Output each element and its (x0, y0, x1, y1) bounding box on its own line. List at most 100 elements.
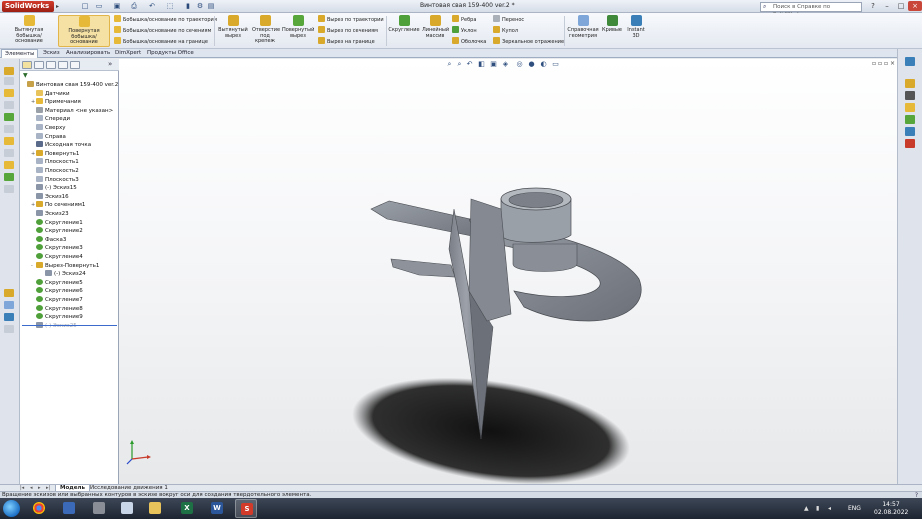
layer-tool-icon[interactable] (4, 289, 14, 297)
view-palette-icon[interactable] (905, 103, 915, 112)
tree-item[interactable]: Скругление2 (31, 227, 83, 236)
mirror-entities-icon[interactable] (4, 173, 14, 181)
tree-item[interactable]: Плоскость1 (31, 158, 79, 167)
viewport-window-controls[interactable]: ▫ ▫ ▫ × (872, 60, 895, 67)
scene-icon[interactable]: ◐ (539, 60, 548, 69)
instant3d-button[interactable]: Instant 3D (626, 15, 646, 39)
boundary-cut-button[interactable]: Вырез на границе (318, 37, 375, 45)
dimxpert-manager-tab-icon[interactable] (58, 61, 68, 69)
tree-item[interactable]: + По сечениям1 (31, 201, 85, 210)
new-document-icon[interactable]: □ (80, 2, 90, 11)
draft-button[interactable]: Уклон (452, 26, 477, 34)
measure-tool-icon[interactable] (4, 325, 14, 333)
notepad-app-icon[interactable] (116, 499, 138, 518)
tree-item[interactable]: Справа (31, 132, 66, 142)
appearance-icon[interactable]: ● (527, 60, 536, 69)
tree-item[interactable]: (-) Эскиз15 (31, 184, 77, 193)
save-icon[interactable]: ▣ (112, 2, 122, 11)
tree-item[interactable]: + Повернуть1 (31, 149, 79, 159)
tree-item[interactable]: Эскиз23 (31, 210, 69, 219)
extruded-boss-button[interactable]: Вытянутая бобышка/основание (4, 15, 54, 45)
section-view-icon[interactable] (4, 301, 14, 309)
mirror-button[interactable]: Зеркальное отражение (493, 37, 564, 45)
boundary-boss-button[interactable]: Бобышка/основание на границе (114, 37, 208, 45)
tree-item[interactable]: Скругление8 (31, 304, 83, 314)
tab-dimxpert[interactable]: DimXpert (112, 49, 144, 58)
tree-item[interactable]: + Примечания (31, 98, 81, 107)
tree-item[interactable]: Эскиз16 (31, 192, 69, 202)
start-button[interactable] (3, 500, 20, 517)
tree-item[interactable]: Спереди (31, 115, 70, 124)
rebuild-icon[interactable]: ▮ (183, 2, 193, 11)
sketch-tool-icon[interactable] (4, 67, 14, 75)
tree-item[interactable]: Датчики (31, 89, 70, 99)
display-manager-tab-icon[interactable] (70, 61, 80, 69)
toolbox-icon[interactable] (905, 139, 915, 148)
line-tool-icon[interactable] (4, 89, 14, 97)
clock-date[interactable]: 02.08.2022 (874, 509, 908, 516)
folder-app-icon[interactable] (144, 499, 166, 518)
extruded-cut-button[interactable]: Вытянутый вырез (218, 15, 248, 39)
zoom-area-icon[interactable]: ⌕ (455, 60, 464, 69)
arc-tool-icon[interactable] (4, 125, 14, 133)
clock-time[interactable]: 14:57 (874, 501, 908, 508)
linear-pattern-button[interactable]: Линейный массив (422, 15, 449, 39)
hide-show-items-icon[interactable]: ◎ (515, 60, 524, 69)
feature-tree-tab-icon[interactable] (22, 61, 32, 69)
offset-tool-icon[interactable] (4, 161, 14, 169)
open-document-icon[interactable]: ▭ (94, 2, 104, 11)
hole-wizard-button[interactable]: Отверстие под крепеж (252, 15, 280, 45)
tree-item[interactable]: Скругление3 (31, 244, 83, 253)
zoom-to-fit-icon[interactable]: ⌕ (445, 60, 454, 69)
relations-tool-icon[interactable] (4, 185, 14, 193)
undo-icon[interactable]: ↶ (147, 2, 157, 11)
appearances-icon[interactable] (905, 115, 915, 124)
swept-boss-button[interactable]: Бобышка/основание по траектории (114, 15, 217, 23)
graphics-area[interactable]: ⌕ ⌕ ↶ ◧ ▣ ◈ ◎ ● ◐ ▭ ▫ ▫ ▫ × (119, 59, 897, 484)
tree-item[interactable]: Скругление4 (31, 253, 83, 262)
rollback-bar[interactable] (22, 325, 117, 326)
window-icon[interactable]: ▤ (206, 2, 216, 11)
tab-evaluate[interactable]: Анализировать (63, 49, 113, 58)
maximize-button[interactable]: □ (894, 1, 908, 11)
volume-icon[interactable]: ◂ (828, 505, 831, 512)
tree-item[interactable]: Исходная точка (31, 141, 91, 150)
tab-features[interactable]: Элементы (1, 49, 39, 58)
tree-item[interactable]: Винтовая свая 159-400 ver.2 (По.. (22, 81, 133, 90)
tree-item[interactable]: - Вырез-Повернуть1 (31, 261, 99, 271)
smart-dimension-icon[interactable] (4, 77, 14, 85)
language-indicator[interactable]: ENG (848, 505, 861, 512)
tray-arrow-icon[interactable]: ▲ (804, 505, 809, 512)
revolved-boss-button[interactable]: Повернутая бобышка/основание (58, 15, 110, 47)
display-style-icon[interactable]: ◈ (501, 60, 510, 69)
tree-item[interactable]: Скругление6 (31, 287, 83, 296)
curves-button[interactable]: Кривые (600, 15, 624, 34)
tree-item[interactable]: Сверху (31, 124, 65, 133)
configuration-manager-tab-icon[interactable] (46, 61, 56, 69)
view-settings-icon[interactable]: ▭ (551, 60, 560, 69)
network-icon[interactable]: ▮ (816, 505, 819, 512)
circle-tool-icon[interactable] (4, 113, 14, 121)
chrome-app-icon[interactable] (28, 499, 50, 518)
shell-button[interactable]: Оболочка (452, 37, 486, 45)
tool-app-icon[interactable] (88, 499, 110, 518)
display-tool-icon[interactable] (4, 313, 14, 321)
tab-office-products[interactable]: Продукты Office (144, 49, 197, 58)
custom-properties-icon[interactable] (905, 127, 915, 136)
reference-geometry-button[interactable]: Справочная геометрия (566, 15, 600, 39)
print-icon[interactable]: ⎙ (129, 2, 139, 11)
tree-item[interactable]: Скругление9 (31, 313, 83, 322)
menu-arrow-icon[interactable]: ▸ (56, 3, 59, 10)
tree-item[interactable]: Материал <не указан> (31, 106, 113, 116)
help-menu-icon[interactable]: ? (866, 1, 880, 11)
revolved-cut-button[interactable]: Повернутый вырез (282, 15, 314, 39)
pinned-app-icon[interactable] (58, 499, 80, 518)
tab-sketch[interactable]: Эскиз (40, 49, 63, 58)
file-explorer-icon[interactable] (905, 91, 915, 100)
view-orientation-icon[interactable]: ▣ (489, 60, 498, 69)
trim-tool-icon[interactable] (4, 149, 14, 157)
model-view[interactable] (119, 59, 897, 484)
previous-view-icon[interactable]: ↶ (465, 60, 474, 69)
word-app-icon[interactable]: W (206, 499, 228, 518)
help-search-input[interactable]: ⌕ Поиск в Справке по SolidWorks (760, 2, 862, 18)
